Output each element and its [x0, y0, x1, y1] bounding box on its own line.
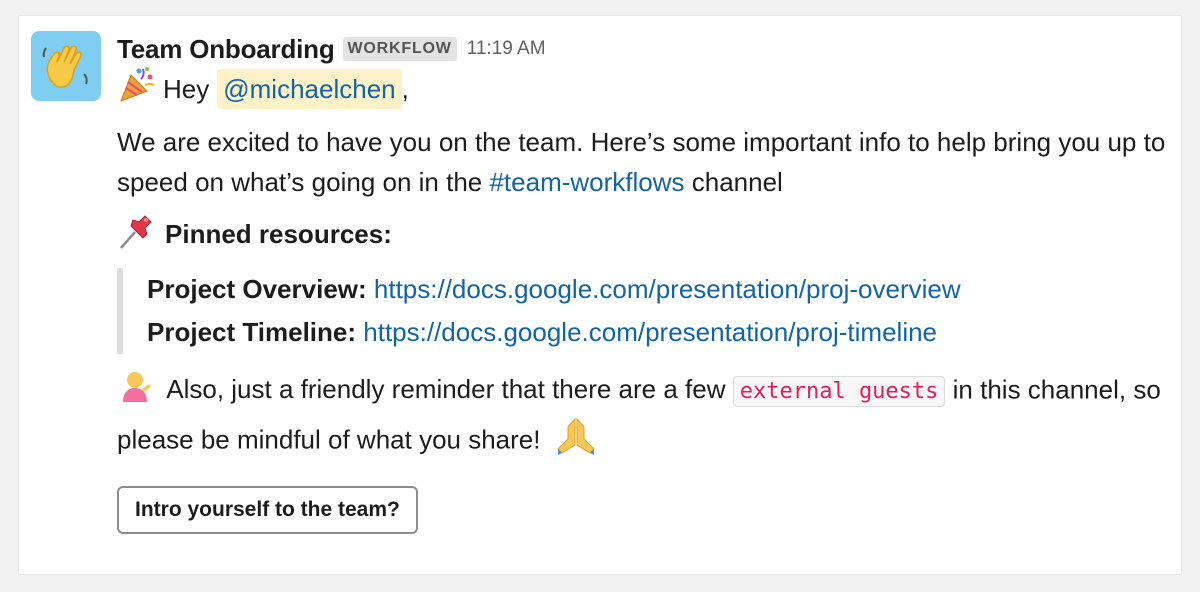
timestamp[interactable]: 11:19 AM [467, 38, 546, 60]
resource-label: Project Overview: [147, 274, 367, 304]
resource-link[interactable]: https://docs.google.com/presentation/pro… [363, 317, 937, 347]
message-content: Team Onboarding WORKFLOW 11:19 AM Hey @m… [117, 30, 1167, 534]
resource-link[interactable]: https://docs.google.com/presentation/pro… [374, 274, 961, 304]
waving-hand-icon [42, 45, 88, 88]
reminder-paragraph: Also, just a friendly reminder that ther… [117, 368, 1167, 468]
greeting-comma: , [401, 74, 409, 104]
sender-avatar[interactable] [31, 31, 101, 101]
resources-quote: Project Overview: https://docs.google.co… [117, 268, 1167, 354]
message-card: Team Onboarding WORKFLOW 11:19 AM Hey @m… [19, 16, 1181, 574]
greeting-text: Hey [163, 74, 210, 104]
resource-row: Project Overview: https://docs.google.co… [147, 268, 1167, 311]
inline-code: external guests [732, 376, 946, 408]
person-tipping-hand-icon [117, 368, 153, 415]
greeting-line: Hey @michaelchen , [117, 66, 1167, 110]
pinned-heading-row: Pinned resources: [117, 214, 1167, 254]
party-popper-icon [117, 65, 157, 114]
sender-name[interactable]: Team Onboarding [117, 34, 335, 65]
resource-label: Project Timeline: [147, 317, 357, 347]
intro-suffix: channel [684, 167, 783, 197]
channel-link[interactable]: #team-workflows [489, 167, 684, 197]
intro-paragraph: We are excited to have you on the team. … [117, 122, 1167, 202]
user-mention[interactable]: @michaelchen [217, 69, 402, 109]
pushpin-icon [117, 212, 157, 257]
pinned-heading: Pinned resources: [165, 218, 392, 249]
workflow-badge: WORKFLOW [342, 37, 457, 61]
message-header: Team Onboarding WORKFLOW 11:19 AM [117, 30, 1167, 68]
resource-row: Project Timeline: https://docs.google.co… [147, 311, 1167, 354]
folded-hands-icon [554, 415, 598, 468]
intro-yourself-button[interactable]: Intro yourself to the team? [117, 486, 418, 534]
reminder-text: Also, just a friendly reminder that ther… [166, 374, 733, 405]
